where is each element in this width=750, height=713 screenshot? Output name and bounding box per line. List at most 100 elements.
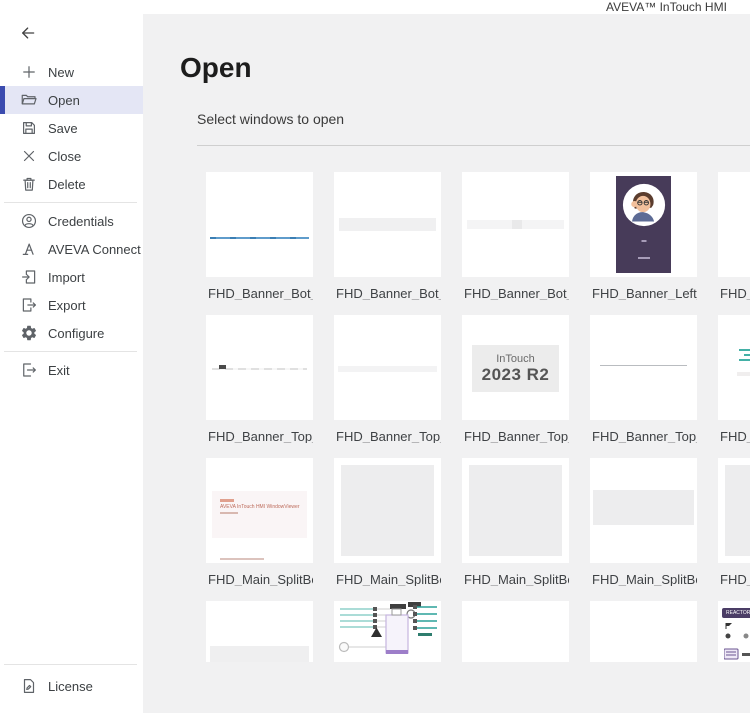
sidebar-item-aveva-connect[interactable]: AVEVA Connect <box>0 235 143 263</box>
sidebar-item-import[interactable]: Import <box>0 263 143 291</box>
window-tile-label: FHD_Banner_Bot_C… <box>336 286 441 300</box>
sidebar-item-save[interactable]: Save <box>0 114 143 142</box>
window-tile: FHD_Main_SplitBot … <box>334 458 441 586</box>
page-title: Open <box>180 52 252 83</box>
sidebar-item-label: Configure <box>48 325 105 341</box>
sidebar-item-label: New <box>48 64 75 80</box>
exit-icon <box>20 361 38 379</box>
sidebar-item-export[interactable]: Export <box>0 291 143 319</box>
sidebar-item-label: Save <box>48 120 78 136</box>
sidebar-item-delete[interactable]: Delete <box>0 170 143 198</box>
window-tile-label: FHD_Banner_Top_… <box>336 429 441 443</box>
window-tile-label: FHD_ <box>720 286 750 300</box>
window-tile: InTouch2023 R2 FHD_Banner_Top_… <box>462 315 569 443</box>
window-thumbnail[interactable] <box>590 458 697 563</box>
window-tile: FHD_Banner_Top_… <box>334 315 441 443</box>
sidebar-item-license[interactable]: License <box>0 672 143 700</box>
sidebar-item-label: Delete <box>48 176 86 192</box>
window-thumbnail[interactable] <box>334 601 441 662</box>
list-glyph <box>739 348 750 351</box>
window-tile: FHD_Banner_Bot_A… <box>206 172 313 300</box>
window-thumbnail[interactable] <box>718 458 750 563</box>
window-tile: REACTOR EX <box>718 601 750 662</box>
reactor-glyphs <box>724 623 750 660</box>
sidebar-item-label: Open <box>48 92 80 108</box>
window-thumbnail[interactable] <box>462 601 569 662</box>
export-icon <box>20 296 38 314</box>
window-tile-label: FHD_Main_SplitBot … <box>592 572 697 586</box>
window-thumbnail[interactable] <box>462 172 569 277</box>
window-thumbnail[interactable] <box>206 315 313 420</box>
person-circle-icon <box>20 212 38 230</box>
sidebar-divider <box>4 664 137 665</box>
sidebar-item-label: Credentials <box>48 213 114 229</box>
window-tile-label: FHD_Main_SplitBot … <box>464 572 569 586</box>
intouch-logo: InTouch 2023 R2 <box>472 345 559 392</box>
aveva-a-icon <box>20 240 38 258</box>
purple-banner <box>616 176 671 273</box>
process-diagram <box>338 602 437 654</box>
window-tile-label: FHD_Banner_Top_… <box>208 429 313 443</box>
sidebar-item-label: Exit <box>48 362 70 378</box>
window-thumbnail[interactable] <box>462 458 569 563</box>
sidebar: New Open Save Close Delete Credentials AVEVA C… <box>0 0 143 713</box>
license-icon <box>20 677 38 695</box>
window-thumbnail[interactable] <box>206 601 313 662</box>
window-tile-label: FHD_Main_SplitBot … <box>336 572 441 586</box>
window-thumbnail[interactable] <box>206 172 313 277</box>
window-thumbnail[interactable] <box>334 172 441 277</box>
window-thumbnail[interactable] <box>718 172 750 277</box>
window-tile: FHD_Banner_Bot_C… <box>462 172 569 300</box>
banner-line <box>210 237 309 240</box>
app-title: AVEVA™ InTouch HMI <box>606 0 727 14</box>
window-thumbnail[interactable]: REACTOR EX <box>718 601 750 662</box>
sidebar-item-label: AVEVA Connect <box>48 241 141 257</box>
window-thumbnail[interactable] <box>334 458 441 563</box>
window-tile: FHD_Banner_Left_… <box>590 172 697 300</box>
sidebar-item-label: License <box>48 678 93 694</box>
window-tile-label: FHD_Banner_Left_… <box>592 286 697 300</box>
gear-icon <box>20 324 38 342</box>
window-tile <box>206 601 313 662</box>
window-tile-label: FHD_I <box>720 429 750 443</box>
window-tile: FHD_Banner_Top_… <box>206 315 313 443</box>
window-thumbnail[interactable] <box>718 315 750 420</box>
window-tile: FHD_I <box>718 458 750 586</box>
trash-icon <box>20 175 38 193</box>
window-tile <box>462 601 569 662</box>
sidebar-item-configure[interactable]: Configure <box>0 319 143 347</box>
window-tile: FHD_Banner_Bot_C… <box>334 172 441 300</box>
window-thumbnail[interactable] <box>590 315 697 420</box>
window-tile-label: FHD_Banner_Top_… <box>464 429 569 443</box>
reactor-title-bar: REACTOR EX <box>722 608 750 618</box>
window-tile-label: FHD_I <box>720 572 750 586</box>
section-divider <box>197 145 750 146</box>
window-thumbnail[interactable] <box>590 601 697 662</box>
window-tile-label: FHD_Main_SplitBot … <box>208 572 313 586</box>
window-tile-label: FHD_Banner_Bot_C… <box>464 286 569 300</box>
sidebar-item-label: Export <box>48 297 86 313</box>
close-icon <box>20 147 38 165</box>
window-thumbnail[interactable]: InTouch 2023 R2 <box>462 315 569 420</box>
sidebar-item-credentials[interactable]: Credentials <box>0 207 143 235</box>
window-tile: FHD_Main_SplitBot … <box>590 458 697 586</box>
window-thumbnail[interactable]: AVEVA InTouch HMI WindowViewer <box>206 458 313 563</box>
page-subtitle: Select windows to open <box>197 111 345 127</box>
sidebar-item-label: Close <box>48 148 82 164</box>
sidebar-item-open[interactable]: Open <box>0 86 143 114</box>
save-icon <box>20 119 38 137</box>
back-button[interactable] <box>19 24 39 44</box>
window-thumbnail[interactable] <box>334 315 441 420</box>
window-thumbnail[interactable] <box>590 172 697 277</box>
banner-band <box>339 218 436 232</box>
sidebar-item-close[interactable]: Close <box>0 142 143 170</box>
sidebar-item-exit[interactable]: Exit <box>0 356 143 384</box>
window-tile <box>590 601 697 662</box>
window-tile: FHD_I <box>718 315 750 443</box>
back-arrow-icon <box>19 27 37 46</box>
sidebar-divider <box>4 351 137 352</box>
windows-grid-viewport: FHD_Banner_Bot_A… FHD_Banner_Bot_C… FHD_Ba… <box>206 172 750 662</box>
folder-open-icon <box>20 91 38 109</box>
sidebar-item-new[interactable]: New <box>0 58 143 86</box>
window-tile <box>334 601 441 662</box>
